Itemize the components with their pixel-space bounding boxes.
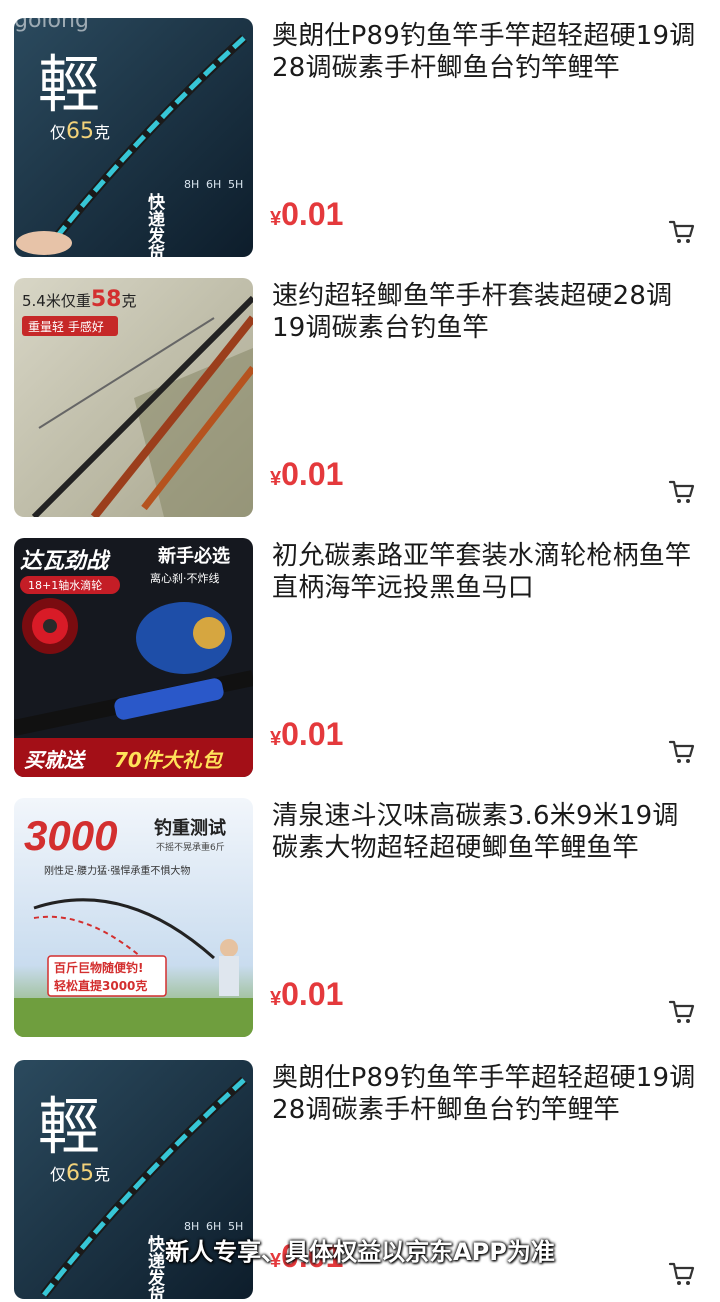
price-value: 0.01 bbox=[281, 456, 344, 492]
svg-text:70件大礼包: 70件大礼包 bbox=[114, 748, 224, 772]
svg-text:重量轻 手感好: 重量轻 手感好 bbox=[28, 319, 104, 334]
currency-symbol: ¥ bbox=[270, 988, 282, 1010]
svg-text:买就送: 买就送 bbox=[24, 748, 87, 772]
video-subtitle: 新人专享、具体权益以京东APP为准 bbox=[165, 1238, 555, 1266]
svg-text:不摇不晃承重6斤: 不摇不晃承重6斤 bbox=[156, 841, 225, 853]
product-image[interactable]: 达瓦劲战 18+1轴水滴轮 新手必选 离心刹·不炸线 买就送 70件大礼包 bbox=[14, 538, 253, 777]
product-item[interactable]: 輕 仅65克 8H 6H 5H 快递发货 奥朗仕P89钓鱼竿手竿超轻超硬19调2… bbox=[0, 0, 720, 260]
shopping-cart-icon bbox=[668, 480, 695, 503]
svg-text:新手必选: 新手必选 bbox=[158, 545, 230, 567]
add-to-cart-button[interactable] bbox=[662, 212, 702, 252]
svg-text:6H: 6H bbox=[206, 178, 221, 191]
svg-text:快递发货: 快递发货 bbox=[144, 192, 166, 257]
svg-text:达瓦劲战: 达瓦劲战 bbox=[20, 549, 111, 574]
svg-text:5H: 5H bbox=[228, 178, 243, 191]
svg-text:离心刹·不炸线: 离心刹·不炸线 bbox=[150, 571, 220, 585]
svg-text:仅65克: 仅65克 bbox=[50, 1161, 110, 1186]
svg-text:轻松直提3000克: 轻松直提3000克 bbox=[54, 978, 147, 993]
watermark: golong bbox=[14, 8, 89, 33]
product-price: ¥0.01 bbox=[270, 976, 343, 1013]
product-price: ¥0.01 bbox=[270, 456, 343, 493]
product-price: ¥0.01 bbox=[270, 196, 343, 233]
shopping-cart-icon bbox=[668, 220, 695, 243]
product-image[interactable]: 3000 钓重测试 不摇不晃承重6斤 刚性足·腰力猛·强悍承重不惧大物 百斤巨物… bbox=[14, 798, 253, 1037]
currency-symbol: ¥ bbox=[270, 208, 282, 230]
product-price: ¥0.01 bbox=[270, 716, 343, 753]
add-to-cart-button[interactable] bbox=[662, 732, 702, 772]
svg-text:仅65克: 仅65克 bbox=[50, 119, 110, 144]
svg-text:18+1轴水滴轮: 18+1轴水滴轮 bbox=[28, 578, 102, 592]
svg-text:輕: 輕 bbox=[38, 1090, 100, 1163]
price-value: 0.01 bbox=[281, 976, 344, 1012]
product-image[interactable]: 輕 仅65克 8H 6H 5H 快递发货 bbox=[14, 18, 253, 257]
add-to-cart-button[interactable] bbox=[662, 472, 702, 512]
price-value: 0.01 bbox=[281, 196, 344, 232]
shopping-cart-icon bbox=[668, 1000, 695, 1023]
svg-text:8H: 8H bbox=[184, 178, 199, 191]
svg-text:百斤巨物随便钓!: 百斤巨物随便钓! bbox=[54, 960, 143, 975]
product-image[interactable]: 5.4米仅重58克 重量轻 手感好 bbox=[14, 278, 253, 517]
thumb-big-char: 輕 bbox=[38, 48, 100, 121]
product-item[interactable]: 5.4米仅重58克 重量轻 手感好 速约超轻鲫鱼竿手杆套装超硬28调19调碳素台… bbox=[0, 260, 720, 520]
add-to-cart-button[interactable] bbox=[662, 992, 702, 1032]
price-value: 0.01 bbox=[281, 716, 344, 752]
product-title[interactable]: 奥朗仕P89钓鱼竿手竿超轻超硬19调28调碳素手杆鲫鱼台钓竿鲤竿 bbox=[272, 1062, 700, 1126]
product-item[interactable]: 3000 钓重测试 不摇不晃承重6斤 刚性足·腰力猛·强悍承重不惧大物 百斤巨物… bbox=[0, 780, 720, 1040]
product-title[interactable]: 清泉速斗汉味高碳素3.6米9米19调碳素大物超轻超硬鲫鱼竿鲤鱼竿 bbox=[272, 800, 700, 864]
svg-text:3000: 3000 bbox=[24, 812, 117, 859]
product-item[interactable]: 达瓦劲战 18+1轴水滴轮 新手必选 离心刹·不炸线 买就送 70件大礼包 初允… bbox=[0, 520, 720, 780]
svg-text:刚性足·腰力猛·强悍承重不惧大物: 刚性足·腰力猛·强悍承重不惧大物 bbox=[44, 864, 190, 877]
currency-symbol: ¥ bbox=[270, 468, 282, 490]
product-title[interactable]: 初允碳素路亚竿套装水滴轮枪柄鱼竿直柄海竿远投黑鱼马口 bbox=[272, 540, 700, 604]
product-title[interactable]: 奥朗仕P89钓鱼竿手竿超轻超硬19调28调碳素手杆鲫鱼台钓竿鲤竿 bbox=[272, 20, 700, 84]
svg-text:钓重测试: 钓重测试 bbox=[154, 817, 226, 839]
shopping-cart-icon bbox=[668, 740, 695, 763]
currency-symbol: ¥ bbox=[270, 728, 282, 750]
product-title[interactable]: 速约超轻鲫鱼竿手杆套装超硬28调19调碳素台钓鱼竿 bbox=[272, 280, 700, 344]
